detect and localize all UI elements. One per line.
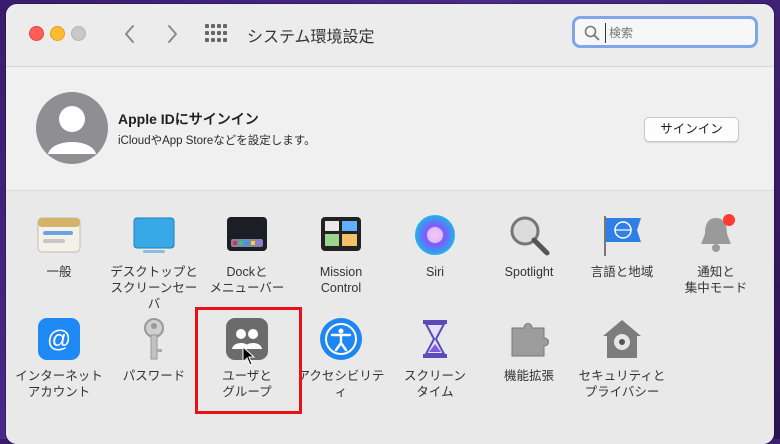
apple-id-section: Apple IDにサインイン iCloudやApp Storeなどを設定します。…	[6, 67, 774, 191]
zoom-button[interactable]	[71, 26, 86, 41]
titlebar: システム環境設定	[6, 4, 774, 67]
accessibility-icon	[318, 316, 364, 362]
pref-item-mission-control[interactable]: Mission Control	[293, 212, 389, 296]
extensions-icon	[506, 316, 552, 362]
pref-item-label: Dockと メニューバー	[209, 265, 285, 295]
show-all-grid-icon[interactable]	[205, 24, 227, 42]
general-icon	[36, 212, 82, 258]
notifications-icon	[693, 212, 739, 258]
security-privacy-icon	[599, 316, 645, 362]
pref-item-label: ユーザと グループ	[222, 369, 272, 399]
back-button[interactable]	[118, 20, 142, 48]
spotlight-icon	[506, 212, 552, 258]
pref-item-label: デスクトップと スクリーンセーバ	[110, 265, 198, 311]
screen-time-icon	[412, 316, 458, 362]
siri-icon	[412, 212, 458, 258]
minimize-button[interactable]	[50, 26, 65, 41]
apple-id-title: Apple IDにサインイン	[118, 111, 259, 127]
pref-item-label: アクセシビリティ	[297, 369, 385, 399]
pref-item-notifications[interactable]: 通知と 集中モード	[668, 212, 764, 296]
pref-item-extensions[interactable]: 機能拡張	[481, 316, 577, 384]
search-input[interactable]	[605, 23, 751, 43]
chevron-right-icon	[168, 25, 177, 43]
pref-item-label: セキュリティと プライバシー	[578, 369, 666, 399]
mission-control-icon	[318, 212, 364, 258]
apple-id-subtitle: iCloudやApp Storeなどを設定します。	[118, 135, 316, 147]
forward-button[interactable]	[160, 20, 184, 48]
pref-item-screen-time[interactable]: スクリーン タイム	[387, 316, 483, 400]
pref-item-internet-accounts[interactable]: @ インターネット アカウント	[11, 316, 107, 400]
pref-item-general[interactable]: 一般	[11, 212, 107, 280]
dock-icon	[224, 212, 270, 258]
pref-item-label: Siri	[425, 265, 445, 279]
desktop-icon	[131, 212, 177, 258]
pref-item-spotlight[interactable]: Spotlight	[481, 212, 577, 280]
avatar-icon	[36, 92, 108, 164]
window-title: システム環境設定	[247, 29, 375, 46]
pref-item-siri[interactable]: Siri	[387, 212, 483, 280]
internet-accounts-icon: @	[36, 316, 82, 362]
pref-item-label: 一般	[46, 265, 72, 279]
svg-text:@: @	[47, 326, 71, 353]
mouse-cursor-icon	[242, 346, 256, 366]
pref-item-label: スクリーン タイム	[404, 369, 466, 399]
pref-item-desktop[interactable]: デスクトップと スクリーンセーバ	[106, 212, 202, 312]
pref-item-security-privacy[interactable]: セキュリティと プライバシー	[574, 316, 670, 400]
pref-item-label: Spotlight	[504, 265, 554, 279]
pref-item-label: パスワード	[122, 369, 186, 383]
pref-item-passwords[interactable]: パスワード	[106, 316, 202, 384]
pref-item-dock[interactable]: Dockと メニューバー	[199, 212, 295, 296]
pref-item-label: 言語と地域	[590, 265, 654, 279]
pref-item-label: Mission Control	[319, 265, 363, 295]
close-button[interactable]	[29, 26, 44, 41]
pref-item-label: 機能拡張	[503, 369, 554, 383]
search-field[interactable]	[572, 16, 758, 48]
chevron-left-icon	[125, 25, 134, 43]
passwords-icon	[131, 316, 177, 362]
pref-item-accessibility[interactable]: アクセシビリティ	[293, 316, 389, 400]
language-region-icon	[599, 212, 645, 258]
pref-item-language-region[interactable]: 言語と地域	[574, 212, 670, 280]
signin-button[interactable]: サインイン	[644, 117, 739, 142]
search-icon	[584, 25, 600, 41]
pref-item-label: インターネット アカウント	[15, 369, 103, 399]
pref-item-label: 通知と 集中モード	[684, 265, 748, 295]
